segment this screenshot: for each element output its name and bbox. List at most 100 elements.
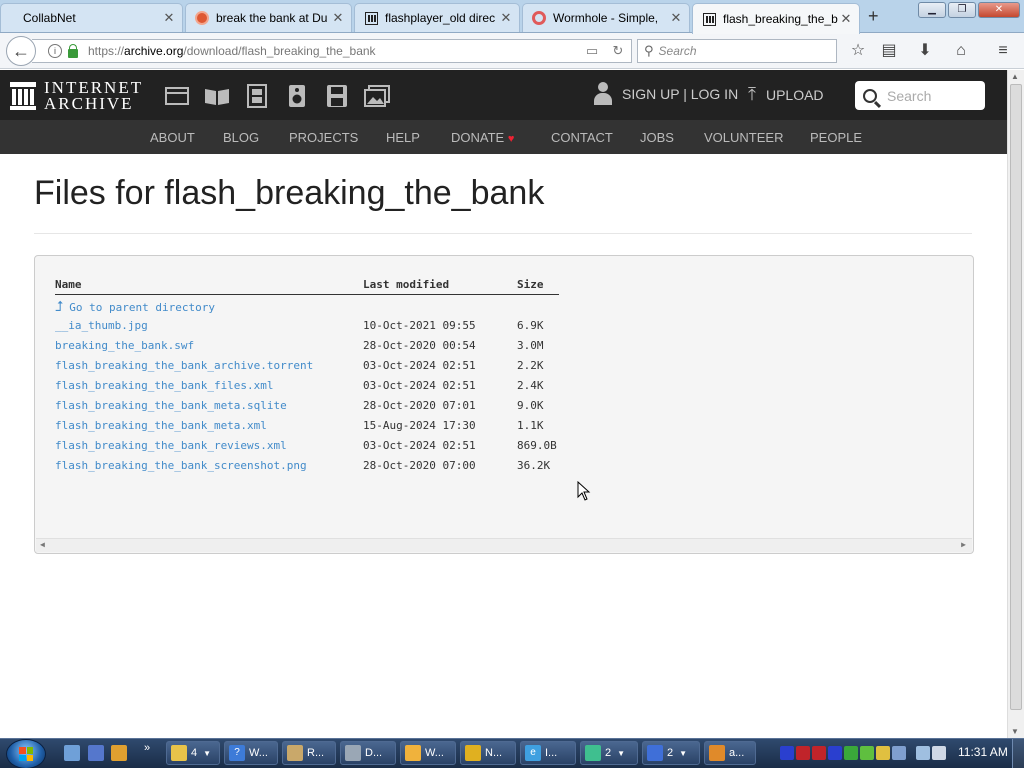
reader-view-icon[interactable]: ▭ bbox=[579, 43, 605, 59]
scrollbar-thumb[interactable] bbox=[1010, 84, 1022, 710]
taskbar-button-app-d[interactable]: D... bbox=[340, 741, 396, 765]
taskbar-button-group-2b[interactable]: 2 ▼ bbox=[642, 741, 700, 765]
media-player-icon[interactable] bbox=[111, 745, 127, 761]
taskbar-button-app-w[interactable]: W... bbox=[400, 741, 456, 765]
web-icon[interactable] bbox=[164, 84, 190, 108]
close-icon[interactable]: ✕ bbox=[162, 10, 176, 26]
close-icon[interactable]: ✕ bbox=[839, 11, 853, 27]
app-icon bbox=[405, 745, 421, 761]
download-icon[interactable]: ⬇ bbox=[914, 41, 936, 63]
nav-blog[interactable]: BLOG bbox=[223, 130, 259, 145]
upload-link[interactable]: ⤒ UPLOAD bbox=[748, 84, 824, 105]
tab-flash-breaking-the-bank[interactable]: flash_breaking_the_b ✕ bbox=[692, 3, 860, 34]
audio-icon[interactable] bbox=[284, 84, 310, 108]
taskbar-button-group-2a[interactable]: 2 ▼ bbox=[580, 741, 638, 765]
scroll-down-icon[interactable]: ▼ bbox=[1011, 727, 1019, 736]
ia-logo[interactable]: INTERNET ARCHIVE bbox=[10, 79, 143, 112]
taskbar-label: 4 bbox=[191, 747, 198, 759]
nav-donate[interactable]: DONATE ♥ bbox=[451, 130, 514, 145]
quicklaunch-more-icon[interactable]: » bbox=[144, 742, 150, 754]
minimize-button[interactable]: ▁ bbox=[918, 2, 946, 18]
horizontal-scrollbar[interactable]: ◀ ▶ bbox=[36, 538, 972, 552]
start-button[interactable] bbox=[6, 739, 46, 768]
url-text[interactable]: https://archive.org/download/flash_break… bbox=[88, 44, 579, 58]
tab-collabnet[interactable]: CollabNet ✕ bbox=[0, 3, 183, 32]
tray-icon[interactable] bbox=[796, 746, 810, 760]
restore-button[interactable]: ❐ bbox=[948, 2, 976, 18]
tray-icon[interactable] bbox=[812, 746, 826, 760]
nav-volunteer[interactable]: VOLUNTEER bbox=[704, 130, 783, 145]
file-link[interactable]: flash_breaking_the_bank_screenshot.png bbox=[55, 459, 307, 472]
nav-jobs[interactable]: JOBS bbox=[640, 130, 674, 145]
nav-projects[interactable]: PROJECTS bbox=[289, 130, 358, 145]
scroll-left-icon[interactable]: ◀ bbox=[40, 540, 45, 549]
close-icon[interactable]: ✕ bbox=[331, 10, 345, 26]
search-icon: ⚲ bbox=[644, 43, 654, 58]
bookmarks-menu-icon[interactable]: ▤ bbox=[878, 41, 900, 63]
nav-people[interactable]: PEOPLE bbox=[810, 130, 862, 145]
show-desktop-icon[interactable] bbox=[64, 745, 80, 761]
images-icon[interactable] bbox=[364, 84, 390, 108]
volume-icon[interactable] bbox=[932, 746, 946, 760]
table-row: flash_breaking_the_bank_screenshot.png 2… bbox=[55, 455, 559, 475]
info-icon[interactable]: i bbox=[48, 44, 62, 58]
file-link[interactable]: flash_breaking_the_bank_meta.xml bbox=[55, 419, 267, 432]
taskbar-button-help[interactable]: ? W... bbox=[224, 741, 278, 765]
tray-icon[interactable] bbox=[860, 746, 874, 760]
internet-archive-icon bbox=[701, 11, 717, 27]
network-icon[interactable] bbox=[916, 746, 930, 760]
nav-about[interactable]: ABOUT bbox=[150, 130, 195, 145]
taskbar-button-app-a[interactable]: a... bbox=[704, 741, 756, 765]
reload-icon[interactable]: ↻ bbox=[605, 43, 631, 59]
tray-icon[interactable] bbox=[780, 746, 794, 760]
tray-icon[interactable] bbox=[892, 746, 906, 760]
back-button[interactable]: ← bbox=[6, 36, 36, 66]
file-link[interactable]: breaking_the_bank.swf bbox=[55, 339, 194, 352]
tab-duckduckgo[interactable]: break the bank at Du ✕ bbox=[185, 3, 352, 32]
tab-flashplayer-old[interactable]: flashplayer_old direc ✕ bbox=[354, 3, 520, 32]
scroll-up-icon[interactable]: ▲ bbox=[1011, 72, 1019, 81]
file-link[interactable]: flash_breaking_the_bank_files.xml bbox=[55, 379, 274, 392]
lock-icon[interactable] bbox=[68, 43, 78, 58]
software-icon[interactable] bbox=[324, 84, 350, 108]
bookmark-star-icon[interactable]: ☆ bbox=[847, 41, 869, 63]
show-desktop-button[interactable] bbox=[1012, 739, 1024, 768]
file-size: 2.4K bbox=[517, 378, 544, 392]
file-modified: 28-Oct-2020 07:01 bbox=[363, 398, 476, 412]
parent-directory-link[interactable]: ⮥ Go to parent directory bbox=[55, 299, 215, 315]
home-icon[interactable]: ⌂ bbox=[950, 41, 972, 63]
clock[interactable]: 11:31 AM bbox=[958, 745, 1008, 759]
menu-icon[interactable]: ≡ bbox=[992, 41, 1014, 63]
ia-search-input[interactable]: Search bbox=[855, 81, 985, 110]
file-link[interactable]: flash_breaking_the_bank_reviews.xml bbox=[55, 439, 287, 452]
taskbar-button-app-r[interactable]: R... bbox=[282, 741, 336, 765]
file-link[interactable]: __ia_thumb.jpg bbox=[55, 319, 148, 332]
browser-tab-strip: CollabNet ✕ break the bank at Du ✕ flash… bbox=[0, 0, 1024, 34]
file-link[interactable]: flash_breaking_the_bank_archive.torrent bbox=[55, 359, 313, 372]
tab-wormhole[interactable]: Wormhole - Simple, ✕ bbox=[522, 3, 690, 32]
tray-icon[interactable] bbox=[844, 746, 858, 760]
nav-contact[interactable]: CONTACT bbox=[551, 130, 613, 145]
taskbar-button-ie[interactable]: e I... bbox=[520, 741, 576, 765]
app-icon bbox=[709, 745, 725, 761]
scroll-right-icon[interactable]: ▶ bbox=[961, 540, 966, 549]
page-title: Files for flash_breaking_the_bank bbox=[34, 174, 545, 212]
close-window-button[interactable]: ✕ bbox=[978, 2, 1020, 18]
video-icon[interactable] bbox=[244, 84, 270, 108]
sign-in-link[interactable]: SIGN UP | LOG IN bbox=[594, 82, 738, 106]
tray-icon[interactable] bbox=[828, 746, 842, 760]
browser-search-input[interactable]: ⚲ Search bbox=[637, 39, 837, 63]
url-bar[interactable]: i https://archive.org/download/flash_bre… bbox=[32, 39, 632, 63]
tray-icon[interactable] bbox=[876, 746, 890, 760]
nav-help[interactable]: HELP bbox=[386, 130, 420, 145]
taskbar-button-explorer[interactable]: 4 ▼ bbox=[166, 741, 220, 765]
vertical-scrollbar[interactable]: ▲ ▼ bbox=[1007, 70, 1024, 738]
close-icon[interactable]: ✕ bbox=[499, 10, 513, 26]
texts-icon[interactable] bbox=[204, 84, 230, 108]
window-controls: ▁ ❐ ✕ bbox=[918, 2, 1020, 18]
close-icon[interactable]: ✕ bbox=[669, 10, 683, 26]
quicklaunch-icon[interactable] bbox=[88, 745, 104, 761]
file-link[interactable]: flash_breaking_the_bank_meta.sqlite bbox=[55, 399, 287, 412]
taskbar-button-app-n[interactable]: N... bbox=[460, 741, 516, 765]
new-tab-button[interactable]: + bbox=[868, 6, 879, 27]
